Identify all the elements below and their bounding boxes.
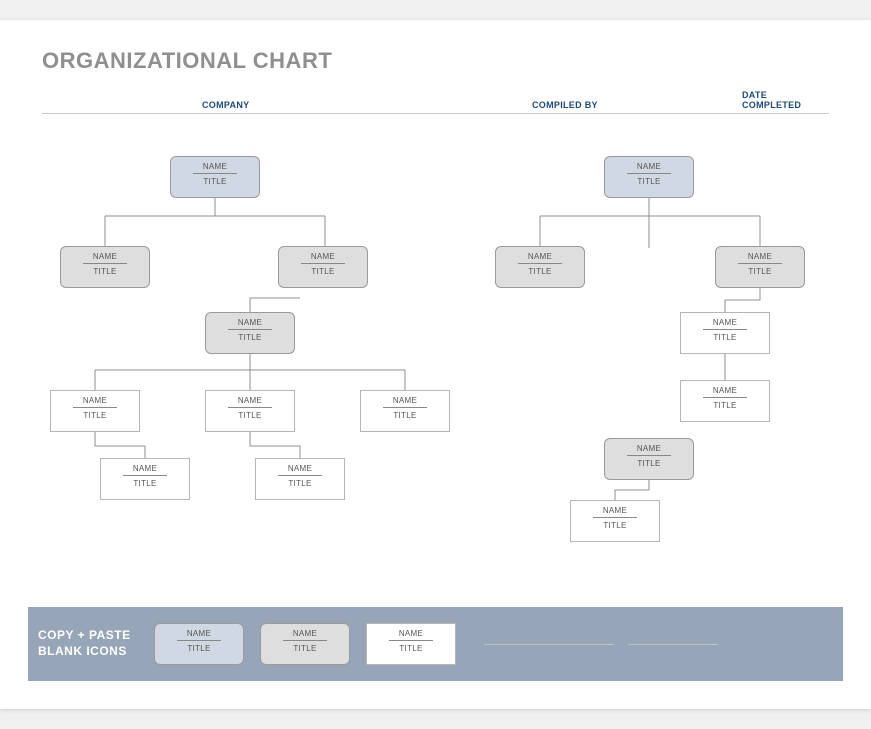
- node-title: TITLE: [214, 411, 286, 420]
- node-title: TITLE: [613, 459, 685, 468]
- palette-node-gray[interactable]: NAME TITLE: [260, 623, 350, 665]
- org-node[interactable]: NAME TITLE: [680, 312, 770, 354]
- node-title: TITLE: [179, 177, 251, 186]
- node-title: TITLE: [724, 267, 796, 276]
- node-title: TITLE: [504, 267, 576, 276]
- node-title: TITLE: [69, 267, 141, 276]
- node-name: NAME: [613, 162, 685, 171]
- node-title: TITLE: [375, 644, 447, 653]
- org-node[interactable]: NAME TITLE: [100, 458, 190, 500]
- node-title: TITLE: [264, 479, 336, 488]
- node-title: TITLE: [109, 479, 181, 488]
- org-node[interactable]: NAME TITLE: [680, 380, 770, 422]
- node-name: NAME: [689, 386, 761, 395]
- node-title: TITLE: [163, 644, 235, 653]
- node-title: TITLE: [269, 644, 341, 653]
- palette-label: COPY + PASTEBLANK ICONS: [38, 628, 138, 659]
- palette-node-blue[interactable]: NAME TITLE: [154, 623, 244, 665]
- palette-node-white[interactable]: NAME TITLE: [366, 623, 456, 665]
- org-node[interactable]: NAME TITLE: [205, 390, 295, 432]
- org-node-root-right[interactable]: NAME TITLE: [604, 156, 694, 198]
- node-name: NAME: [59, 396, 131, 405]
- node-title: TITLE: [579, 521, 651, 530]
- node-title: TITLE: [287, 267, 359, 276]
- org-node[interactable]: NAME TITLE: [60, 246, 150, 288]
- node-name: NAME: [287, 252, 359, 261]
- org-node[interactable]: NAME TITLE: [360, 390, 450, 432]
- node-separator: [193, 173, 236, 174]
- org-node[interactable]: NAME TITLE: [715, 246, 805, 288]
- node-name: NAME: [163, 629, 235, 638]
- org-node[interactable]: NAME TITLE: [50, 390, 140, 432]
- node-name: NAME: [613, 444, 685, 453]
- node-name: NAME: [375, 629, 447, 638]
- node-name: NAME: [689, 318, 761, 327]
- node-name: NAME: [214, 318, 286, 327]
- node-title: TITLE: [613, 177, 685, 186]
- node-name: NAME: [264, 464, 336, 473]
- palette-footer: COPY + PASTEBLANK ICONS NAME TITLE NAME TI…: [28, 607, 843, 681]
- node-name: NAME: [724, 252, 796, 261]
- org-node-root-left[interactable]: NAME TITLE: [170, 156, 260, 198]
- node-name: NAME: [269, 629, 341, 638]
- node-title: TITLE: [689, 333, 761, 342]
- node-name: NAME: [179, 162, 251, 171]
- node-title: TITLE: [214, 333, 286, 342]
- org-node[interactable]: NAME TITLE: [570, 500, 660, 542]
- palette-connector-sample-short: [628, 644, 718, 645]
- node-name: NAME: [69, 252, 141, 261]
- node-name: NAME: [579, 506, 651, 515]
- palette-connector-sample-long: [484, 644, 614, 645]
- chart-canvas: NAME TITLE NAME TITLE NAME TITLE NAME TITLE…: [0, 20, 871, 709]
- node-title: TITLE: [689, 401, 761, 410]
- node-name: NAME: [109, 464, 181, 473]
- org-node[interactable]: NAME TITLE: [495, 246, 585, 288]
- node-name: NAME: [504, 252, 576, 261]
- document-page: ORGANIZATIONAL CHART COMPANY COMPILED BY…: [0, 20, 871, 709]
- org-node[interactable]: NAME TITLE: [604, 438, 694, 480]
- node-title: TITLE: [59, 411, 131, 420]
- org-node[interactable]: NAME TITLE: [278, 246, 368, 288]
- node-title: TITLE: [369, 411, 441, 420]
- org-node[interactable]: NAME TITLE: [255, 458, 345, 500]
- node-name: NAME: [214, 396, 286, 405]
- org-node[interactable]: NAME TITLE: [205, 312, 295, 354]
- node-name: NAME: [369, 396, 441, 405]
